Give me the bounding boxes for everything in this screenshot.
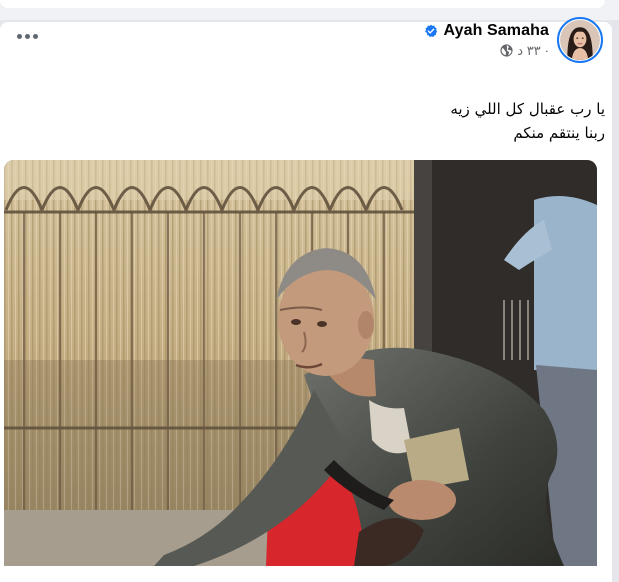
globe-icon <box>500 44 513 57</box>
post-photo[interactable] <box>4 160 597 566</box>
more-horizontal-icon <box>16 33 22 39</box>
avatar[interactable] <box>557 17 603 63</box>
author-name[interactable]: Ayah Samaha <box>444 22 549 40</box>
timestamp[interactable]: ٣٣ د <box>517 43 540 59</box>
post-text-line-2: ربنا ينتقم منكم <box>513 124 605 142</box>
more-dot <box>24 33 30 39</box>
author-block: Ayah Samaha ٣٣ د · <box>424 22 549 59</box>
more-options-button[interactable] <box>12 26 42 46</box>
post-header: Ayah Samaha ٣٣ د · <box>424 14 603 66</box>
post-photo-image <box>4 160 597 566</box>
author-line: Ayah Samaha <box>424 22 549 40</box>
post-text-line-1: يا رب عقبال كل اللي زيه <box>450 100 605 118</box>
verified-badge-icon <box>424 24 437 37</box>
post-meta: ٣٣ د · <box>424 43 549 59</box>
previous-card-bottom <box>0 0 605 8</box>
avatar-photo <box>560 20 600 60</box>
more-dot <box>32 33 38 39</box>
post-text: يا رب عقبال كل اللي زيه ربنا ينتقم منكم <box>45 97 605 145</box>
meta-separator: · <box>544 43 549 58</box>
